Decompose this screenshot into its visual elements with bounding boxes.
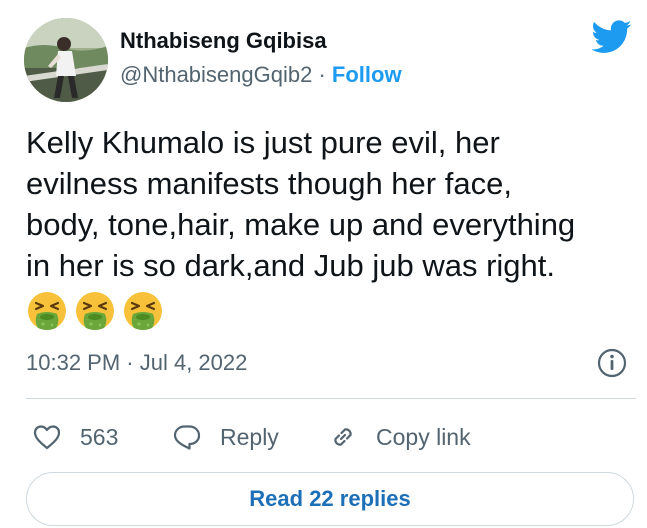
- vomiting-face-icon: [124, 292, 162, 330]
- author-name[interactable]: Nthabiseng Gqibisa: [120, 28, 327, 54]
- tweet-text: Kelly Khumalo is just pure evil, her evi…: [26, 125, 576, 283]
- speech-bubble-icon: [173, 425, 201, 450]
- tweet-embed: Nthabiseng Gqibisa @NthabisengGqib2 · Fo…: [0, 0, 647, 528]
- reply-label: Reply: [220, 423, 279, 450]
- emoji-row: [26, 290, 164, 334]
- follow-button[interactable]: Follow: [332, 62, 402, 87]
- separator: ·: [318, 62, 326, 87]
- tweet-timestamp[interactable]: 10:32 PM · Jul 4, 2022: [26, 350, 247, 376]
- link-icon: [334, 428, 352, 446]
- info-icon[interactable]: [596, 347, 628, 379]
- vomiting-face-icon: [28, 292, 66, 330]
- read-replies-label: Read 22 replies: [249, 486, 411, 511]
- author-handle[interactable]: @NthabisengGqib2: [120, 62, 312, 87]
- author-meta: @NthabisengGqib2 · Follow: [120, 62, 402, 88]
- vomiting-face-icon: [76, 292, 114, 330]
- copy-link-label: Copy link: [376, 423, 471, 450]
- copy-link-button[interactable]: Copy link: [328, 420, 471, 454]
- read-replies-button[interactable]: Read 22 replies: [26, 472, 634, 526]
- divider: [26, 398, 636, 399]
- twitter-bird-icon[interactable]: [592, 20, 632, 54]
- heart-icon: [33, 425, 61, 450]
- reply-button[interactable]: Reply: [172, 420, 279, 454]
- like-count: 563: [80, 423, 119, 450]
- avatar[interactable]: [24, 18, 108, 102]
- like-button[interactable]: 563: [32, 420, 118, 454]
